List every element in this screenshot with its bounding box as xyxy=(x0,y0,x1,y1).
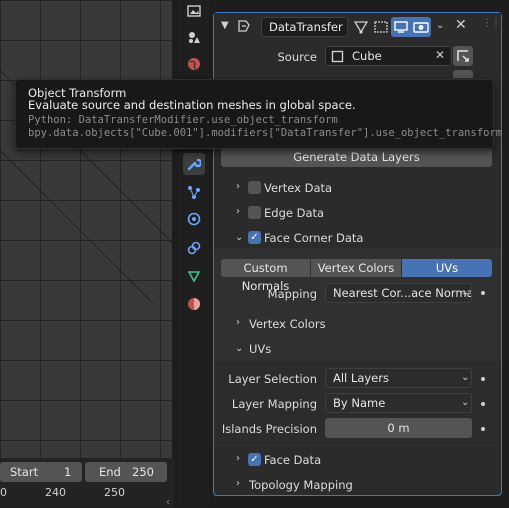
start-label: Start xyxy=(10,465,39,479)
image-icon[interactable] xyxy=(183,0,205,22)
vertex-colors-subpanel-label: Vertex Colors xyxy=(249,317,326,331)
hidden-row-button[interactable] xyxy=(453,70,473,78)
source-object-value: Cube xyxy=(352,49,382,63)
layer-mapping-label: Layer Mapping xyxy=(231,397,317,411)
collapse-chevron-icon[interactable]: ⌄ xyxy=(235,343,243,354)
expand-chevron-icon[interactable]: › xyxy=(236,206,240,217)
start-frame-field[interactable]: Start 1 xyxy=(0,462,82,482)
layer-selection-label: Layer Selection xyxy=(228,372,317,386)
tab-custom-normals[interactable]: Custom Normals xyxy=(221,259,310,293)
topology-mapping-label: Topology Mapping xyxy=(249,478,353,492)
layer-selection-value: All Layers xyxy=(333,371,389,385)
vertex-data-checkbox[interactable] xyxy=(248,181,261,194)
dropdown-chevron-icon: ⌄ xyxy=(461,397,470,408)
face-corner-data-label: Face Corner Data xyxy=(264,231,364,245)
layer-mapping-value: By Name xyxy=(333,396,386,410)
modifier-wrench-icon[interactable] xyxy=(183,153,205,175)
edge-data-checkbox[interactable] xyxy=(248,206,261,219)
keyframe-dot-icon[interactable] xyxy=(481,427,485,431)
tooltip-python-data-path: bpy.data.objects["Cube.001"].modifiers["… xyxy=(28,127,503,139)
expand-chevron-icon[interactable]: › xyxy=(236,478,240,489)
mesh-object-icon xyxy=(331,50,344,63)
ruler-tick: 250 xyxy=(104,486,125,499)
end-frame-field[interactable]: End 250 xyxy=(85,462,167,482)
end-label: End xyxy=(99,465,121,479)
end-value: 250 xyxy=(132,465,154,479)
dropdown-chevron-icon: ⌄ xyxy=(461,372,470,383)
source-label: Source xyxy=(277,50,318,64)
collapse-chevron-icon[interactable]: ▼ xyxy=(221,20,229,31)
dropdown-chevron-icon: ⌄ xyxy=(461,287,470,298)
render-camera-icon[interactable] xyxy=(411,17,431,37)
realtime-viewport-icon[interactable] xyxy=(391,17,411,37)
modifier-menu-chevron-icon[interactable]: ⌄ xyxy=(436,20,444,31)
tab-uvs[interactable]: UVs xyxy=(402,259,492,277)
particles-icon[interactable] xyxy=(183,181,205,203)
scene-icon[interactable] xyxy=(183,26,205,48)
expand-chevron-icon[interactable]: › xyxy=(236,317,240,328)
edge-data-label: Edge Data xyxy=(264,206,325,220)
material-icon[interactable] xyxy=(183,293,205,315)
source-object-field[interactable]: Cube xyxy=(325,46,452,66)
layer-selection-dropdown[interactable]: All Layers xyxy=(325,368,472,388)
face-data-label: Face Data xyxy=(264,453,322,467)
keyframe-dot-icon[interactable] xyxy=(481,291,485,295)
islands-precision-field[interactable]: 0 m xyxy=(325,418,472,438)
mapping-dropdown[interactable]: Nearest Cor...ace Normal xyxy=(325,283,472,303)
layer-mapping-dropdown[interactable]: By Name xyxy=(325,393,472,413)
keyframe-dot-icon[interactable] xyxy=(481,377,485,381)
tooltip-description: Evaluate source and destination meshes i… xyxy=(28,98,356,112)
vertex-data-label: Vertex Data xyxy=(264,181,333,195)
ruler-tick: 0 xyxy=(0,486,7,499)
collapse-chevron-icon[interactable]: ⌄ xyxy=(235,232,243,243)
mapping-value: Nearest Cor...ace Normal xyxy=(333,286,472,300)
clear-source-icon[interactable]: ✕ xyxy=(435,48,445,62)
keyframe-dot-icon[interactable] xyxy=(481,402,485,406)
tab-vertex-colors[interactable]: Vertex Colors xyxy=(311,259,401,277)
constraints-icon[interactable] xyxy=(183,237,205,259)
uvs-subpanel-label: UVs xyxy=(249,342,272,356)
expand-chevron-icon[interactable]: › xyxy=(236,453,240,464)
start-value: 1 xyxy=(64,465,72,479)
remove-modifier-icon[interactable]: ✕ xyxy=(455,17,467,33)
object-transform-toggle-icon[interactable] xyxy=(453,46,473,66)
world-icon[interactable] xyxy=(183,53,205,75)
face-data-checkbox[interactable]: ✓ xyxy=(248,453,261,466)
mapping-label: Mapping xyxy=(267,287,317,301)
islands-precision-label: Islands Precision xyxy=(221,422,317,436)
edit-mode-cage-icon[interactable] xyxy=(353,18,369,36)
expand-chevron-icon[interactable]: › xyxy=(236,181,240,192)
physics-icon[interactable] xyxy=(183,208,205,230)
face-corner-data-checkbox[interactable]: ✓ xyxy=(248,231,261,244)
object-data-icon[interactable] xyxy=(183,265,205,287)
drag-handle-icon[interactable]: ⋮⋮ xyxy=(482,18,501,29)
edit-mode-icon[interactable] xyxy=(373,18,389,36)
generate-data-layers-button[interactable]: Generate Data Layers xyxy=(221,147,492,167)
ruler-tick: 240 xyxy=(45,486,66,499)
scroll-left-icon[interactable]: ‹ xyxy=(166,497,170,508)
data-transfer-icon xyxy=(236,18,252,34)
modifier-name-field[interactable]: DataTransfer xyxy=(261,17,348,37)
viewport-3d[interactable] xyxy=(0,0,172,507)
tooltip-python-path: Python: DataTransferModifier.use_object_… xyxy=(28,114,338,126)
